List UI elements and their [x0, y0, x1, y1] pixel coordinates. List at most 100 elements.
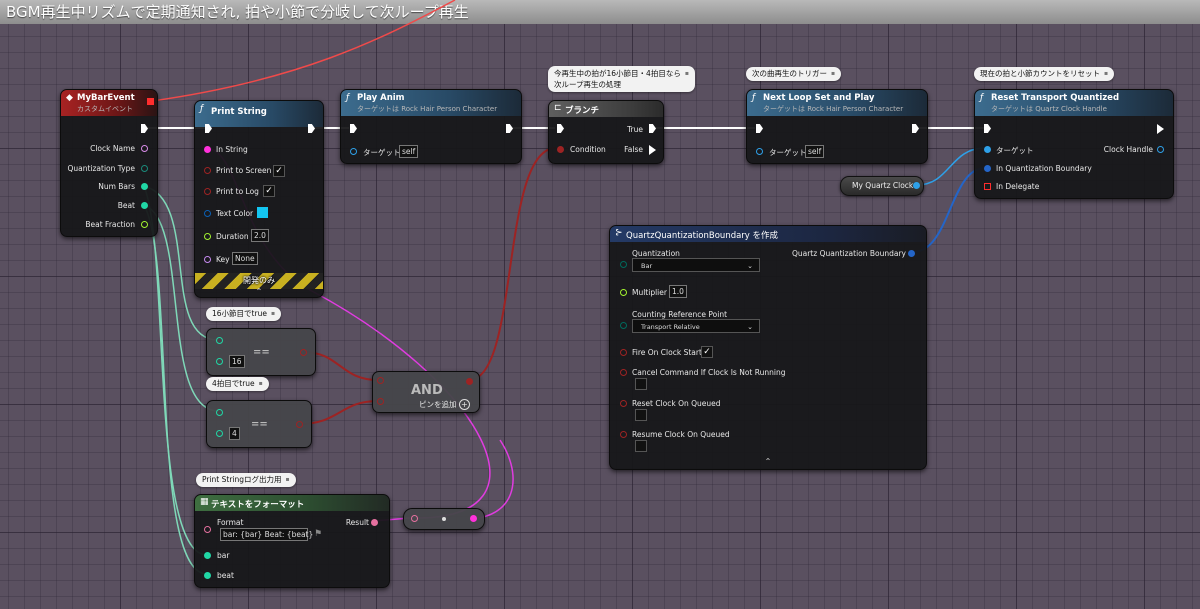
- num-bars-pin[interactable]: [141, 183, 148, 190]
- quantization-pin[interactable]: [620, 261, 627, 268]
- counting-pin[interactable]: [620, 322, 627, 329]
- my-quartz-clock-node[interactable]: My Quartz Clock: [840, 176, 924, 196]
- target-pin[interactable]: [756, 148, 763, 155]
- beat-fraction-pin[interactable]: [141, 221, 148, 228]
- key-input[interactable]: None: [232, 252, 258, 265]
- format-pin[interactable]: [204, 526, 211, 533]
- next-loop-comment[interactable]: 次の曲再生のトリガー ▪: [746, 67, 842, 81]
- false-exec-pin[interactable]: [649, 145, 656, 155]
- bar-pin[interactable]: [204, 552, 211, 559]
- resume-clock-checkbox[interactable]: [635, 440, 647, 452]
- quantization-dropdown[interactable]: Bar ⌄: [632, 258, 760, 272]
- print-to-log-checkbox[interactable]: ✓: [263, 185, 275, 197]
- beat-pin[interactable]: [141, 202, 148, 209]
- counting-dropdown[interactable]: Transport Relative ⌄: [632, 319, 760, 333]
- play-anim-node[interactable]: ƒ Play Anim ターゲットは Rock Hair Person Char…: [340, 89, 522, 164]
- and-node[interactable]: AND ピンを追加 +: [372, 371, 480, 413]
- true-exec-pin[interactable]: [649, 124, 656, 133]
- delegate-pin[interactable]: [147, 98, 154, 105]
- my-quartz-clock-out-pin[interactable]: [913, 182, 920, 189]
- duration-pin[interactable]: [204, 233, 211, 240]
- target-self-input[interactable]: self: [399, 145, 419, 158]
- result-pin[interactable]: [371, 519, 378, 526]
- conversion-in-pin[interactable]: [411, 515, 418, 522]
- make-boundary-node[interactable]: ⊱ QuartzQuantizationBoundary を作成 Quartz …: [609, 225, 927, 470]
- print-to-screen-pin[interactable]: [204, 167, 211, 174]
- in-delegate-pin[interactable]: [984, 183, 991, 190]
- format-text-node[interactable]: ▦ テキストをフォーマット Format bar: {bar} Beat: {b…: [194, 494, 390, 588]
- comment-pin-icon[interactable]: ▪: [831, 69, 835, 79]
- comment-pin-icon[interactable]: ▪: [259, 379, 263, 389]
- and-b-pin[interactable]: [377, 398, 384, 405]
- multiplier-input[interactable]: 1.0: [669, 285, 687, 298]
- clock-name-pin[interactable]: [141, 145, 148, 152]
- in-string-pin[interactable]: [204, 146, 211, 153]
- cancel-command-checkbox[interactable]: [635, 378, 647, 390]
- exec-out-pin[interactable]: [1157, 124, 1164, 134]
- eq4-comment[interactable]: 4拍目でtrue ▪: [206, 377, 269, 391]
- print-to-screen-checkbox[interactable]: ✓: [273, 165, 285, 177]
- eq4-out-pin[interactable]: [296, 421, 303, 428]
- next-loop-node[interactable]: ƒ Next Loop Set and Play ターゲットは Rock Hai…: [746, 89, 928, 164]
- exec-in-pin[interactable]: [350, 124, 357, 133]
- target-pin[interactable]: [984, 146, 991, 153]
- duration-input[interactable]: 2.0: [251, 229, 269, 242]
- format-comment[interactable]: Print Stringログ出力用 ▪: [196, 473, 296, 487]
- text-color-swatch[interactable]: [257, 207, 268, 218]
- key-pin[interactable]: [204, 256, 211, 263]
- cancel-command-pin[interactable]: [620, 369, 627, 376]
- and-out-pin[interactable]: [466, 378, 473, 385]
- conversion-out-pin[interactable]: [470, 515, 477, 522]
- equal-4-node[interactable]: 4 ==: [206, 400, 312, 448]
- exec-out-pin[interactable]: [141, 124, 148, 133]
- multiplier-pin[interactable]: [620, 289, 627, 296]
- exec-out-pin[interactable]: [912, 124, 919, 133]
- eq16-comment[interactable]: 16小節目でtrue ▪: [206, 307, 282, 321]
- eq4-a-pin[interactable]: [216, 409, 223, 416]
- equal-16-node[interactable]: 16 ==: [206, 328, 316, 376]
- beat-pin[interactable]: [204, 572, 211, 579]
- clock-handle-pin[interactable]: [1157, 146, 1164, 153]
- reset-clock-pin[interactable]: [620, 400, 627, 407]
- condition-pin[interactable]: [557, 146, 564, 153]
- eq16-out-pin[interactable]: [300, 349, 307, 356]
- resume-clock-pin[interactable]: [620, 431, 627, 438]
- branch-node[interactable]: ⊏ ブランチ True Condition False: [548, 100, 664, 164]
- exec-in-pin[interactable]: [984, 124, 991, 133]
- comment-pin-icon[interactable]: ▪: [685, 68, 689, 79]
- eq4-b-pin[interactable]: [216, 430, 223, 437]
- and-a-pin[interactable]: [377, 377, 384, 384]
- mybarevent-node[interactable]: ◆ MyBarEvent カスタムイベント Clock Name Quantiz…: [60, 89, 158, 237]
- add-pin-button[interactable]: ピンを追加 +: [419, 399, 470, 410]
- exec-in-pin[interactable]: [756, 124, 763, 133]
- exec-in-pin[interactable]: [557, 124, 564, 133]
- conversion-node[interactable]: [403, 508, 485, 530]
- print-to-log-pin[interactable]: [204, 188, 211, 195]
- reset-transport-node[interactable]: ƒ Reset Transport Quantized ターゲットは Quart…: [974, 89, 1174, 199]
- eq16-a-pin[interactable]: [216, 337, 223, 344]
- reset-clock-checkbox[interactable]: [635, 409, 647, 421]
- quantization-boundary-pin[interactable]: [984, 165, 991, 172]
- eq16-value-input[interactable]: 16: [229, 355, 245, 368]
- target-pin[interactable]: [350, 148, 357, 155]
- comment-pin-icon[interactable]: ▪: [271, 309, 275, 319]
- collapse-caret-icon[interactable]: ⌃: [195, 287, 323, 296]
- print-string-node[interactable]: ƒ Print String In String Print to Screen…: [194, 100, 324, 298]
- text-color-pin[interactable]: [204, 210, 211, 217]
- fire-on-start-pin[interactable]: [620, 349, 627, 356]
- reset-comment[interactable]: 現在の拍と小節カウントをリセット ▪: [974, 67, 1115, 81]
- collapse-caret-icon[interactable]: ⌃: [610, 457, 926, 466]
- eq16-b-pin[interactable]: [216, 358, 223, 365]
- fire-on-start-checkbox[interactable]: ✓: [701, 346, 713, 358]
- quantization-type-pin[interactable]: [141, 165, 148, 172]
- format-input[interactable]: bar: {bar} Beat: {beat}: [220, 528, 313, 541]
- branch-comment[interactable]: 今再生中の拍が16小節目・4拍目なら ▪ 次ループ再生の処理: [548, 66, 695, 92]
- flag-icon[interactable]: ⚑: [314, 529, 322, 539]
- node-title: ブランチ: [565, 106, 600, 116]
- comment-pin-icon[interactable]: ▪: [286, 475, 290, 485]
- exec-out-pin[interactable]: [506, 124, 513, 133]
- eq4-value-input[interactable]: 4: [229, 427, 240, 440]
- boundary-out-pin[interactable]: [908, 250, 915, 257]
- target-self-input[interactable]: self: [805, 145, 825, 158]
- comment-pin-icon[interactable]: ▪: [1104, 69, 1108, 79]
